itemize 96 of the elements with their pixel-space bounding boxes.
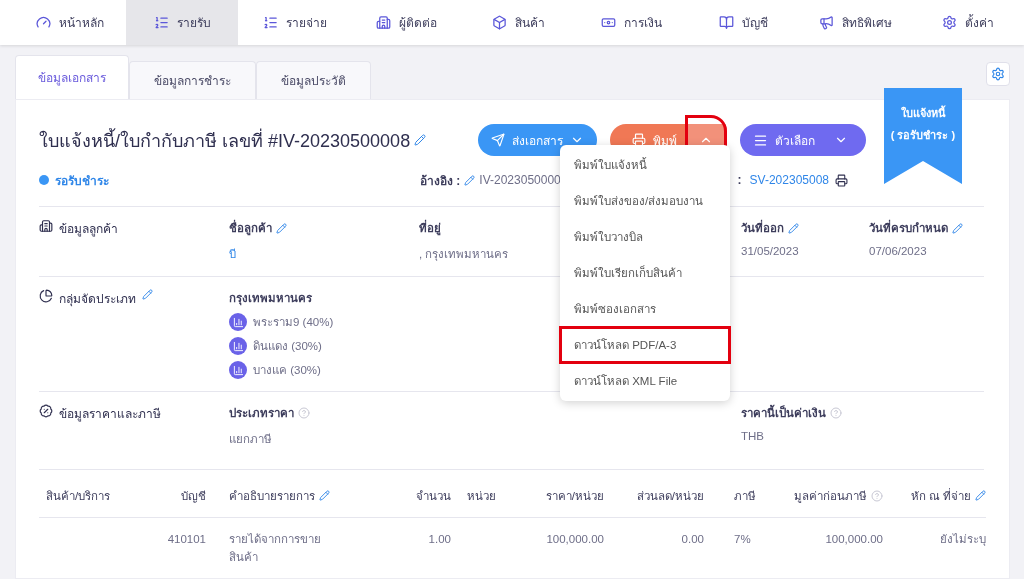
field-label: ประเภทราคา (229, 406, 294, 421)
table-cell-text: 1.00 (428, 532, 451, 547)
options-button[interactable]: ตัวเลือก (740, 124, 866, 156)
edit-icon[interactable] (975, 490, 986, 501)
column-header: มูลค่าก่อนภาษี (794, 488, 867, 505)
bar-chart-icon (229, 337, 247, 355)
column-header: จำนวน (416, 488, 451, 504)
customer-link[interactable]: บี (229, 245, 236, 263)
bar-chart-icon (229, 313, 247, 331)
column-header: ส่วนลด/หน่วย (636, 488, 704, 504)
table-cell-text: ยังไม่ระบุ (940, 532, 986, 548)
table-cell-text: รายได้จากการขายสินค้า (229, 532, 322, 566)
tab[interactable]: ข้อมูลประวัติ (256, 61, 371, 99)
building-icon (39, 219, 53, 233)
nav-item[interactable]: ตั้งค่า (911, 0, 1024, 45)
nav-item[interactable]: บัญชี (687, 0, 800, 45)
field-value: 31/05/2023 (741, 245, 799, 257)
table-cell-text: 0.00 (681, 532, 704, 547)
pie-chart-icon (39, 289, 53, 303)
column-header: ราคา/หน่วย (545, 488, 604, 504)
menu-item[interactable]: พิมพ์ซองเอกสาร (560, 291, 730, 327)
bar-chart-icon (229, 361, 247, 379)
help-icon[interactable] (298, 407, 310, 419)
list-icon (153, 15, 169, 30)
menu-item[interactable]: พิมพ์ใบเรียกเก็บสินค้า (560, 255, 730, 291)
status-text: รอรับชำระ (55, 172, 109, 190)
column-header: หน่วย (467, 488, 496, 504)
field-label: ที่อยู่ (419, 219, 441, 237)
edit-icon[interactable] (276, 222, 287, 234)
status-dot (39, 175, 49, 185)
column-header: หัก ณ ที่จ่าย (910, 487, 971, 504)
menu-item[interactable]: ดาวน์โหลด XML File (560, 363, 730, 399)
tab[interactable]: ข้อมูลการชำระ (129, 61, 256, 99)
nav-item[interactable]: สินค้า (462, 0, 576, 45)
section-title: ข้อมูลราคาและภาษี (59, 406, 161, 423)
menu-icon (753, 132, 768, 148)
column-header: คำอธิบายรายการ (229, 488, 315, 504)
column-header: สินค้า/บริการ (46, 488, 111, 504)
reference-link[interactable]: SV-202305008 (749, 173, 829, 187)
edit-icon[interactable] (414, 134, 427, 146)
edit-icon[interactable] (319, 490, 330, 501)
table-cell-text: 100,000.00 (546, 532, 604, 547)
box-icon (492, 15, 508, 30)
nav-item[interactable]: ผู้ติดต่อ (350, 0, 463, 45)
edit-icon[interactable] (464, 174, 476, 186)
menu-item[interactable]: พิมพ์ใบส่งของ/ส่งมอบงาน (560, 183, 730, 219)
percent-icon (39, 404, 53, 418)
column-header: ภาษี (734, 488, 756, 504)
field-value: , กรุงเทพมหานคร (419, 247, 509, 263)
table-cell-text: 7% (734, 532, 751, 547)
nav-item[interactable]: รายรับ (126, 0, 239, 45)
section-title: กลุ่มจัดประเภท (59, 291, 136, 308)
column-header: บัญชี (181, 488, 206, 505)
field-label: ราคานี้เป็นค่าเงิน (741, 404, 826, 422)
reference-label: : (737, 173, 742, 187)
menu-item[interactable]: พิมพ์ใบวางบิล (560, 219, 730, 255)
table-cell-text: 410101 (167, 532, 206, 547)
list-icon (262, 15, 278, 30)
section-title: ข้อมูลลูกค้า (59, 221, 118, 238)
settings-icon (941, 15, 957, 30)
settings-icon (991, 67, 1005, 81)
gauge-icon (36, 15, 52, 30)
field-value: แยกภาษี (229, 432, 272, 447)
table-cell-text: 100,000.00 (825, 532, 883, 547)
help-icon[interactable] (871, 489, 883, 502)
reference-label: อ้างอิง : (420, 172, 461, 190)
document-title: ใบแจ้งหนี้/ใบกำกับภาษี เลขที่ #IV-20230500008 (39, 127, 411, 153)
banknote-icon (600, 15, 616, 30)
tab[interactable]: ข้อมูลเอกสาร (15, 55, 129, 99)
group-name: กรุงเทพมหานคร (229, 291, 312, 307)
field-label: ชื่อลูกค้า (229, 219, 272, 237)
ribbon-title: ใบแจ้งหนี้ (899, 104, 947, 121)
category-item: บางแค (30%) (253, 363, 321, 378)
help-icon[interactable] (830, 407, 842, 419)
category-item: ดินแดง (30%) (253, 339, 322, 354)
ribbon-status: ( รอรับชำระ ) (889, 128, 957, 143)
edit-icon[interactable] (142, 289, 153, 300)
edit-icon[interactable] (952, 222, 963, 234)
book-icon (718, 15, 734, 30)
menu-item[interactable]: ดาวน์โหลด PDF/A-3 (560, 327, 730, 363)
edit-icon[interactable] (788, 222, 799, 234)
printer-icon[interactable] (835, 173, 848, 187)
megaphone-icon (819, 15, 835, 30)
category-item: พระราม9 (40%) (253, 315, 334, 330)
field-label: วันที่ออก (741, 219, 784, 237)
field-value: THB (741, 430, 764, 442)
nav-item[interactable]: การเงิน (575, 0, 688, 45)
building-icon (376, 15, 392, 30)
field-label: วันที่ครบกำหนด (869, 219, 948, 237)
reference-value: IV-2023050000 (479, 173, 561, 187)
nav-item[interactable]: หน้าหลัก (14, 0, 127, 45)
settings-button[interactable] (986, 62, 1010, 86)
field-value: 07/06/2023 (869, 245, 927, 257)
nav-item[interactable]: รายจ่าย (238, 0, 351, 45)
nav-item[interactable]: สิทธิพิเศษ (799, 0, 912, 45)
send-icon (491, 133, 505, 147)
